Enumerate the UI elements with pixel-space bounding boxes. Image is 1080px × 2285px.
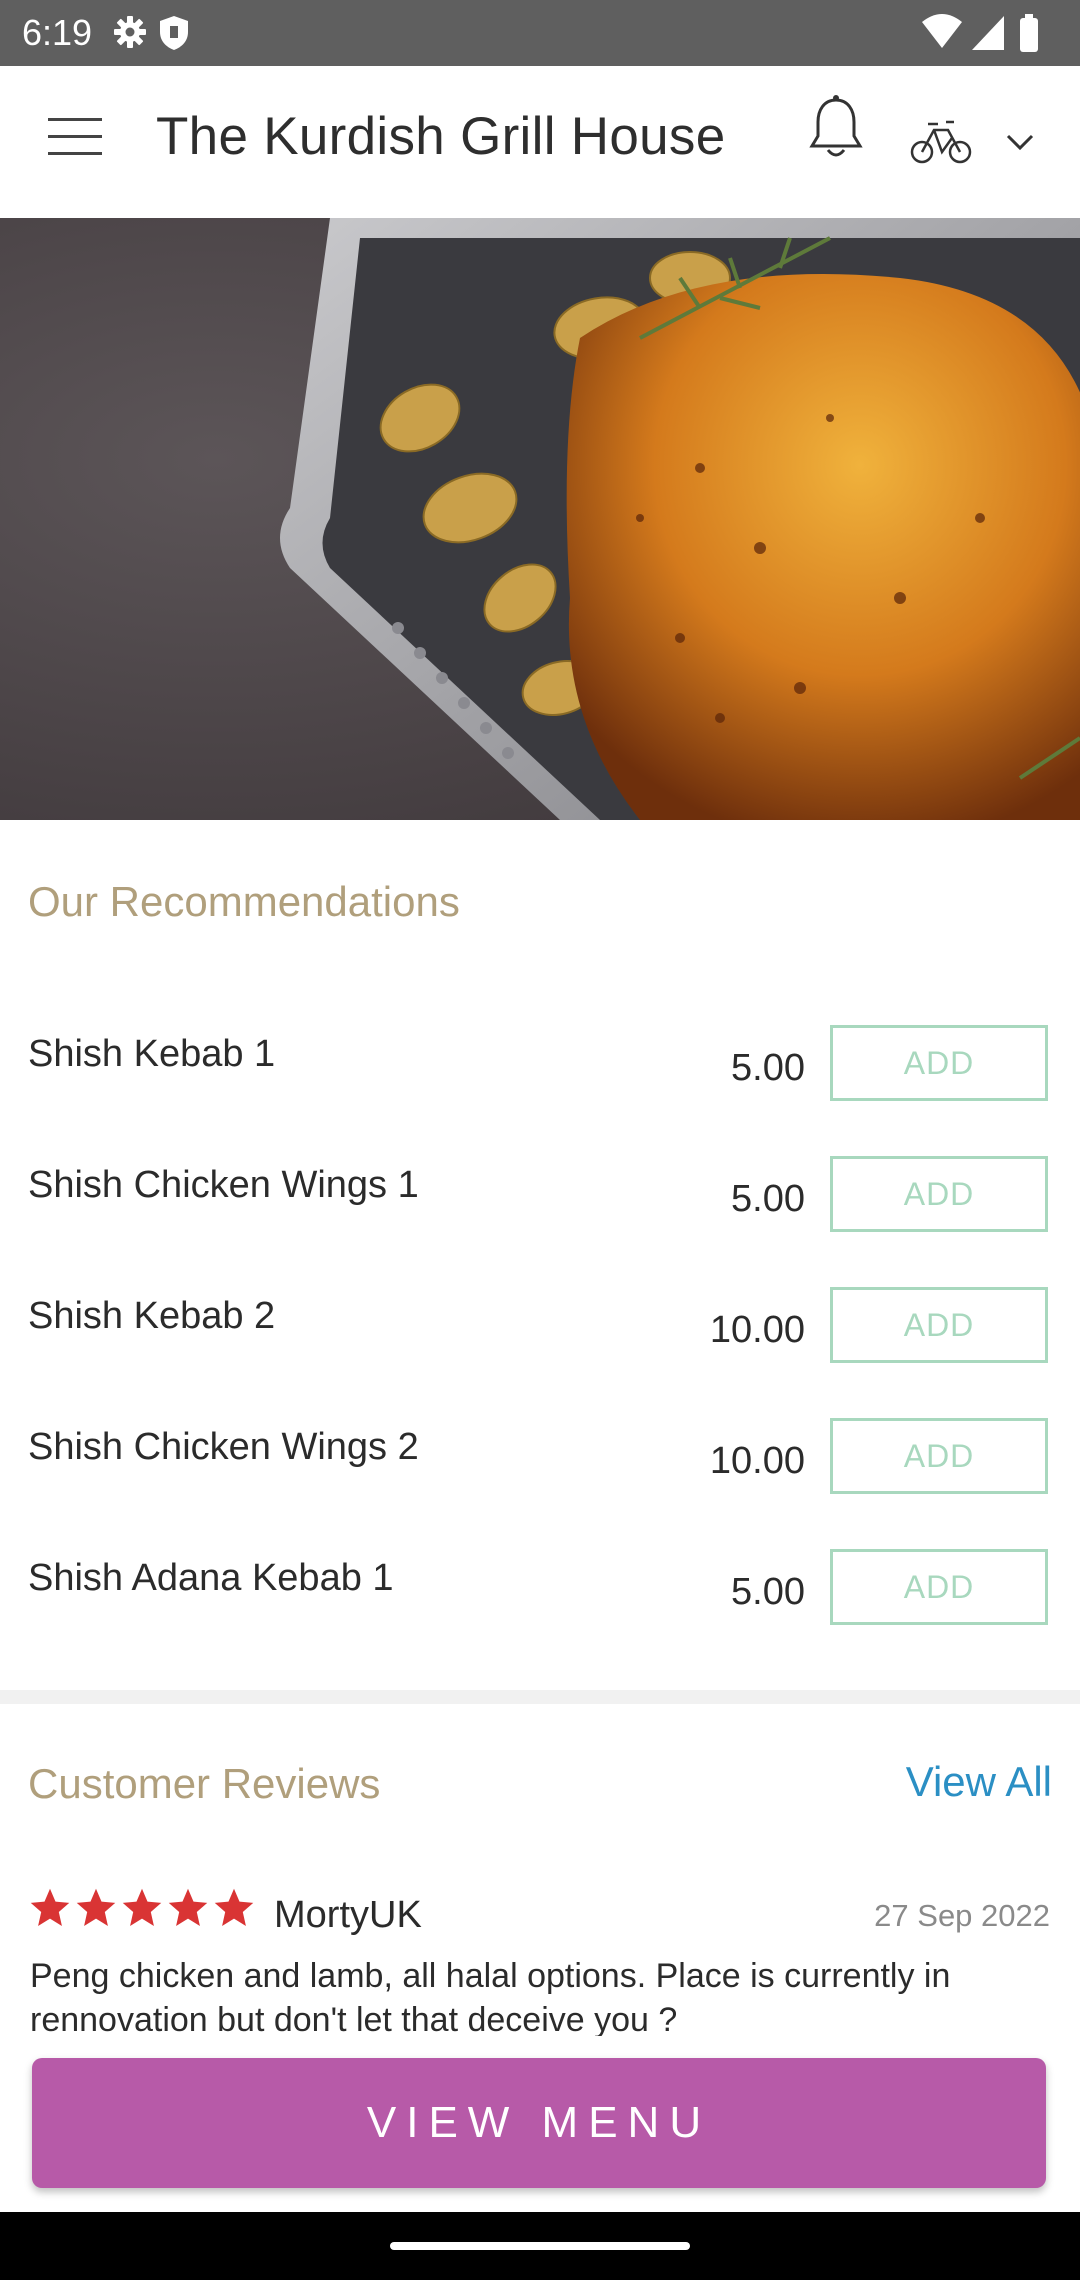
list-item: Shish Chicken Wings 2 10.00 ADD xyxy=(0,1418,1080,1548)
item-name: Shish Adana Kebab 1 xyxy=(28,1557,394,1599)
item-name: Shish Chicken Wings 1 xyxy=(28,1164,419,1206)
item-name: Shish Kebab 1 xyxy=(28,1033,276,1075)
list-item: Shish Kebab 1 5.00 ADD xyxy=(0,1025,1080,1155)
add-button[interactable]: ADD xyxy=(830,1418,1048,1494)
star-icon xyxy=(122,1888,162,1926)
add-button[interactable]: ADD xyxy=(830,1287,1048,1363)
add-button[interactable]: ADD xyxy=(830,1156,1048,1232)
star-icon xyxy=(30,1888,70,1926)
system-nav-bar xyxy=(0,2212,1080,2280)
restaurant-title: The Kurdish Grill House xyxy=(156,107,726,166)
battery-icon xyxy=(1020,18,1038,52)
star-icon xyxy=(76,1888,116,1926)
star-rating xyxy=(28,1886,256,1934)
list-item: Shish Chicken Wings 1 5.00 ADD xyxy=(0,1156,1080,1286)
status-bar: 6:19 xyxy=(0,0,1080,66)
wifi-icon xyxy=(922,14,962,48)
roast-chicken-photo xyxy=(0,218,1080,820)
item-price: 5.00 xyxy=(731,1047,805,1089)
item-name: Shish Kebab 2 xyxy=(28,1295,276,1337)
app-bar: The Kurdish Grill House xyxy=(0,66,1080,219)
hamburger-menu-icon[interactable] xyxy=(44,114,106,160)
status-right-icons xyxy=(920,12,1050,61)
view-menu-button[interactable]: VIEW MENU xyxy=(32,2058,1046,2188)
hero-image xyxy=(0,218,1080,820)
reviews-title: Customer Reviews xyxy=(28,1760,381,1807)
star-icon xyxy=(168,1888,208,1926)
view-all-link[interactable]: View All xyxy=(906,1758,1052,1806)
item-price: 5.00 xyxy=(731,1571,805,1613)
recommendations-title: Our Recommendations xyxy=(28,878,460,925)
list-item: Shish Kebab 2 10.00 ADD xyxy=(0,1287,1080,1417)
star-icon xyxy=(214,1888,254,1926)
status-time: 6:19 xyxy=(22,12,93,53)
item-price: 10.00 xyxy=(709,1440,805,1482)
review-author: MortyUK xyxy=(274,1894,422,1936)
chevron-down-icon[interactable] xyxy=(1004,130,1036,154)
item-price: 10.00 xyxy=(709,1309,805,1351)
home-indicator[interactable] xyxy=(390,2242,690,2250)
list-item: Shish Adana Kebab 1 5.00 ADD xyxy=(0,1549,1080,1679)
review-header: MortyUK 27 Sep 2022 xyxy=(0,1886,1080,1946)
bell-icon[interactable] xyxy=(806,94,866,164)
delivery-icon[interactable] xyxy=(908,116,974,166)
signal-icon xyxy=(972,16,1004,50)
item-price: 5.00 xyxy=(731,1178,805,1220)
add-button[interactable]: ADD xyxy=(830,1025,1048,1101)
item-name: Shish Chicken Wings 2 xyxy=(28,1426,419,1468)
settings-icon xyxy=(114,16,146,48)
review-text: Peng chicken and lamb, all halal options… xyxy=(30,1957,951,2036)
add-button[interactable]: ADD xyxy=(830,1549,1048,1625)
status-left-icons xyxy=(112,14,192,59)
review-date: 27 Sep 2022 xyxy=(874,1898,1050,1933)
section-divider xyxy=(0,1690,1080,1704)
